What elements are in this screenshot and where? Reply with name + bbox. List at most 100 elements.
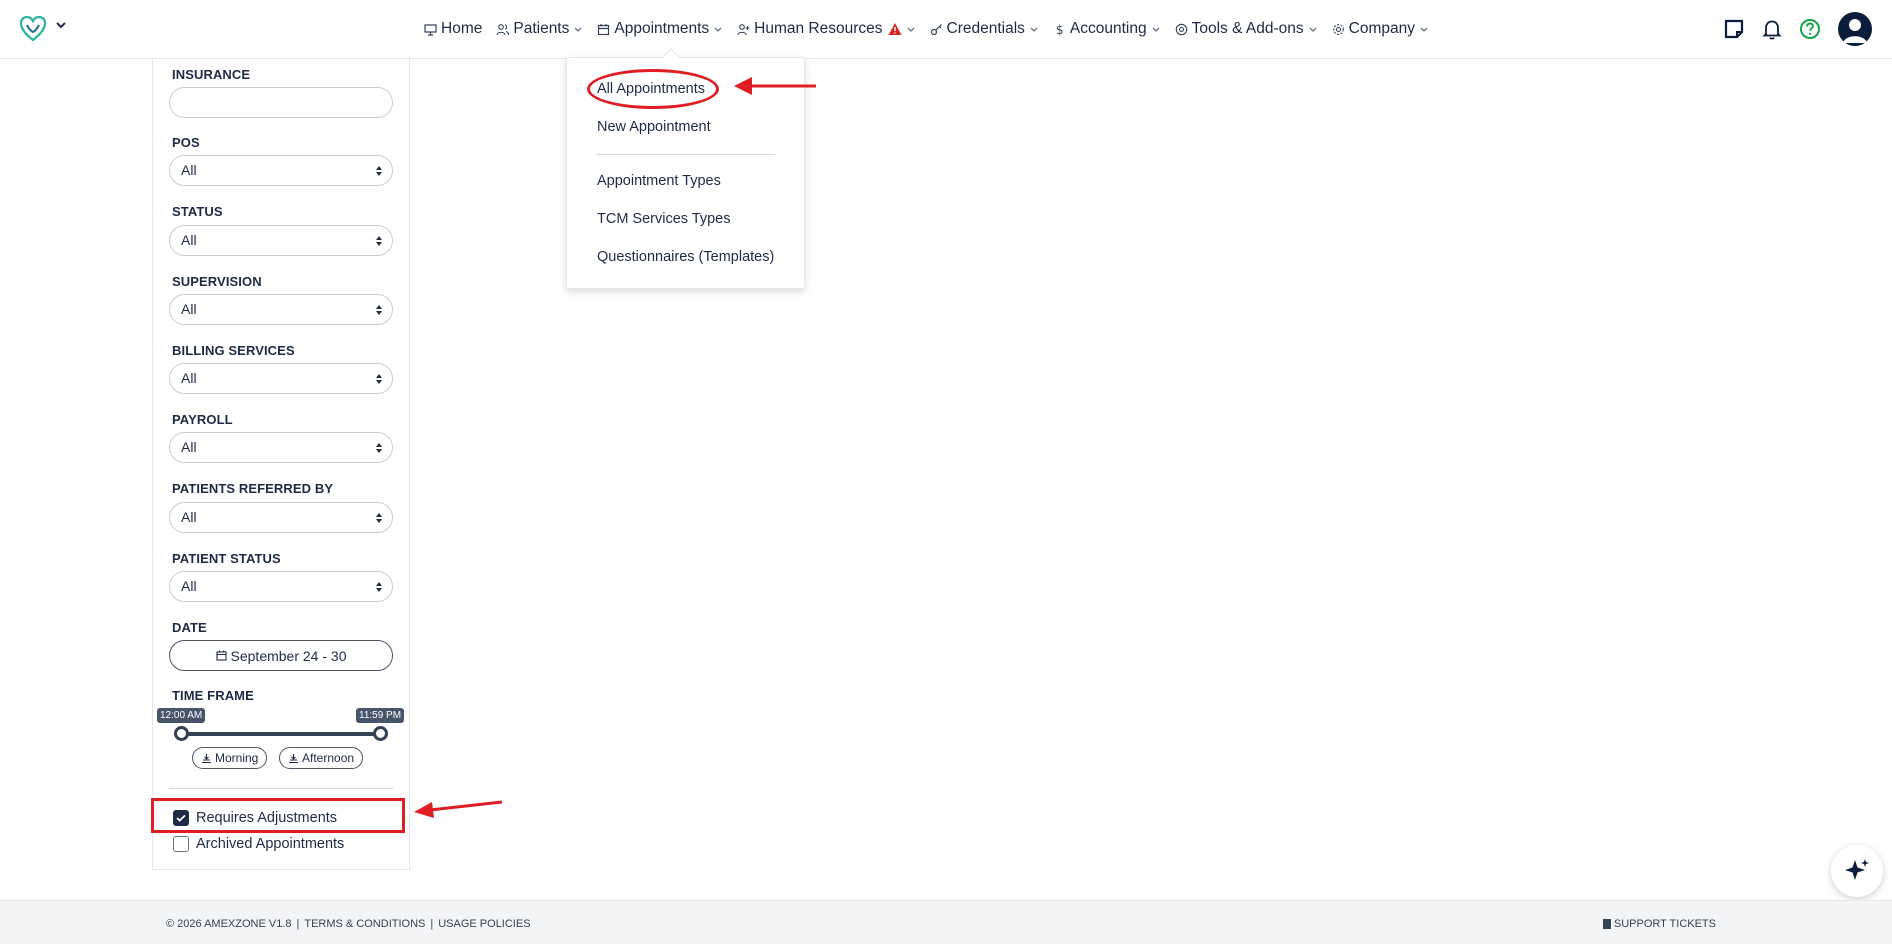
status-select-value: All — [181, 232, 197, 248]
ai-assistant-button[interactable] — [1831, 845, 1883, 897]
nav-accounting-label: Accounting — [1069, 20, 1147, 37]
afternoon-label: Afternoon — [302, 751, 355, 765]
nav-appointments[interactable]: Appointments — [597, 20, 723, 38]
chevron-down-icon — [1151, 24, 1161, 34]
status-select[interactable]: All — [169, 225, 393, 256]
archived-appointments-checkbox[interactable] — [173, 836, 189, 852]
sunrise-icon — [201, 753, 212, 764]
nav-human-resources-label: Human Resources — [754, 20, 883, 37]
time-frame-slider[interactable] — [181, 732, 381, 736]
menu-item-tcm-services-types[interactable]: TCM Services Types — [597, 211, 731, 227]
chevron-down-icon — [1029, 24, 1039, 34]
supervision-label: SUPERVISION — [172, 274, 262, 289]
user-plus-icon — [737, 23, 750, 36]
date-range-button[interactable]: September 24 - 30 — [169, 640, 393, 671]
time-start-handle[interactable] — [174, 726, 189, 741]
key-icon — [930, 23, 943, 36]
billing-services-label: BILLING SERVICES — [172, 343, 295, 358]
sunset-icon — [288, 753, 299, 764]
select-arrows-icon — [376, 443, 382, 453]
top-navbar: Home Patients Appointments Human Resourc… — [0, 0, 1892, 59]
archived-appointments-label[interactable]: Archived Appointments — [196, 836, 344, 852]
footer-separator: | — [296, 918, 300, 930]
billing-services-select-value: All — [181, 370, 197, 386]
nav-accounting[interactable]: $ Accounting — [1053, 20, 1161, 38]
select-arrows-icon — [376, 166, 382, 176]
users-icon — [496, 23, 510, 36]
ticket-icon — [1602, 919, 1611, 929]
help-icon[interactable] — [1798, 17, 1822, 41]
billing-services-select[interactable]: All — [169, 363, 393, 394]
calendar-icon — [215, 650, 227, 661]
patient-status-select-value: All — [181, 578, 197, 594]
monitor-icon — [424, 23, 437, 36]
nav-home[interactable]: Home — [424, 20, 482, 38]
select-arrows-icon — [376, 374, 382, 384]
terms-link[interactable]: TERMS & CONDITIONS — [304, 918, 425, 930]
usage-policies-link[interactable]: USAGE POLICIES — [438, 918, 530, 930]
notes-icon[interactable] — [1722, 17, 1746, 41]
svg-text:$: $ — [1056, 23, 1064, 36]
nav-patients[interactable]: Patients — [496, 20, 583, 38]
annotation-highlight-box — [151, 798, 405, 833]
gear-icon — [1332, 23, 1345, 36]
copyright-text: © 2026 AMEXZONE V1.8 — [166, 918, 292, 930]
sparkle-icon — [1845, 859, 1869, 880]
logo-icon[interactable] — [18, 14, 48, 44]
chevron-down-icon — [1308, 24, 1318, 34]
payroll-select-value: All — [181, 439, 197, 455]
chevron-down-icon — [713, 24, 723, 34]
annotation-arrow-icon — [414, 800, 503, 818]
select-arrows-icon — [376, 305, 382, 315]
bell-icon[interactable] — [1760, 17, 1784, 41]
footer: © 2026 AMEXZONE V1.8 | TERMS & CONDITION… — [0, 900, 1892, 944]
nav-human-resources[interactable]: Human Resources — [737, 20, 915, 38]
time-start-tooltip: 12:00 AM — [157, 708, 206, 723]
select-arrows-icon — [376, 582, 382, 592]
avatar[interactable] — [1838, 12, 1872, 46]
time-end-handle[interactable] — [373, 726, 388, 741]
support-tickets-link[interactable]: SUPPORT TICKETS — [1602, 918, 1716, 930]
date-range-value: September 24 - 30 — [230, 647, 347, 664]
supervision-select-value: All — [181, 301, 197, 317]
patients-referred-by-label: PATIENTS REFERRED BY — [172, 481, 334, 496]
footer-links: © 2026 AMEXZONE V1.8 | TERMS & CONDITION… — [166, 918, 531, 930]
time-frame-label: TIME FRAME — [172, 688, 254, 703]
payroll-select[interactable]: All — [169, 432, 393, 463]
select-arrows-icon — [376, 513, 382, 523]
payroll-label: PAYROLL — [172, 412, 233, 427]
patients-referred-by-select-value: All — [181, 509, 197, 525]
nav-tools-addons[interactable]: Tools & Add-ons — [1175, 20, 1318, 38]
header-actions — [1708, 12, 1872, 46]
insurance-input[interactable] — [169, 87, 393, 118]
afternoon-button[interactable]: Afternoon — [279, 747, 364, 769]
menu-item-appointment-types[interactable]: Appointment Types — [597, 173, 721, 189]
morning-label: Morning — [215, 751, 259, 765]
annotation-highlight-oval — [587, 69, 719, 109]
pos-select-value: All — [181, 162, 197, 178]
time-end-tooltip: 11:59 PM — [356, 708, 405, 723]
menu-item-questionnaires[interactable]: Questionnaires (Templates) — [597, 249, 774, 265]
nav-appointments-label: Appointments — [614, 20, 710, 37]
pos-select[interactable]: All — [169, 155, 393, 186]
chevron-down-icon[interactable] — [54, 18, 68, 32]
annotation-arrow-icon — [734, 77, 816, 95]
nav-credentials-label: Credentials — [946, 20, 1025, 37]
date-label: DATE — [172, 620, 207, 635]
nav-credentials[interactable]: Credentials — [930, 20, 1039, 38]
nav-patients-label: Patients — [513, 20, 570, 37]
at-icon — [1175, 23, 1188, 36]
insurance-label: INSURANCE — [172, 67, 251, 82]
patients-referred-by-select[interactable]: All — [169, 502, 393, 533]
nav-home-label: Home — [441, 20, 483, 37]
supervision-select[interactable]: All — [169, 294, 393, 325]
nav-company[interactable]: Company — [1332, 20, 1429, 38]
nav-tools-addons-label: Tools & Add-ons — [1191, 20, 1304, 37]
chevron-down-icon — [1419, 24, 1429, 34]
morning-button[interactable]: Morning — [192, 747, 268, 769]
dollar-icon: $ — [1053, 23, 1066, 36]
menu-item-new-appointment[interactable]: New Appointment — [597, 119, 711, 135]
main-nav: Home Patients Appointments Human Resourc… — [424, 18, 1443, 40]
status-label: STATUS — [172, 204, 223, 219]
patient-status-select[interactable]: All — [169, 571, 393, 602]
